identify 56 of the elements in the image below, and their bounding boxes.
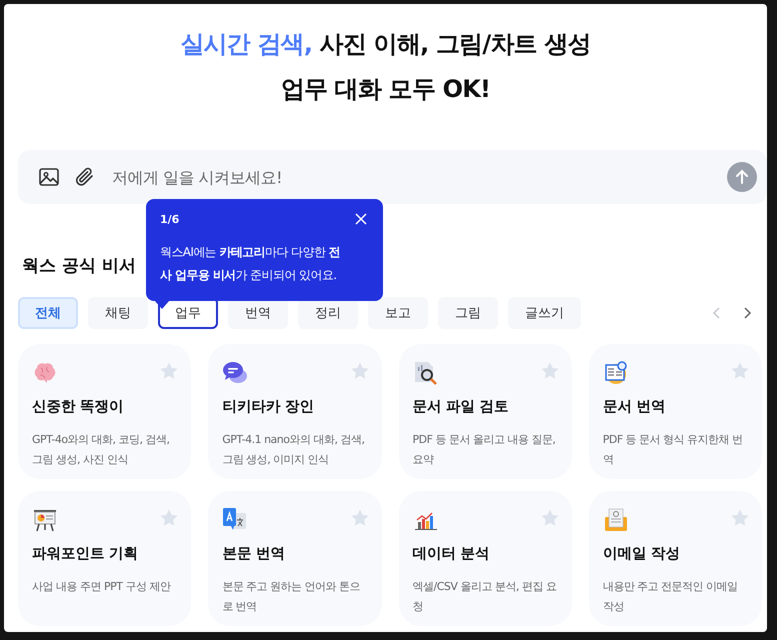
card-title: 신중한 똑쟁이 <box>32 398 125 416</box>
star-icon[interactable] <box>540 508 560 528</box>
prompt-input[interactable]: 저에게 일을 시켜보세요! <box>110 166 713 188</box>
star-icon[interactable] <box>350 361 370 381</box>
category-tab[interactable]: 보고 <box>368 297 428 329</box>
card-title: 문서 파일 검토 <box>412 398 510 416</box>
arrow-up-icon <box>734 169 750 185</box>
image-icon[interactable] <box>38 166 60 188</box>
category-tab[interactable]: 전체 <box>18 297 78 329</box>
assistant-card[interactable]: 문서 파일 검토 PDF 등 문서 올리고 내용 질문, 요약 <box>398 344 572 479</box>
assistant-card[interactable]: 본문 번역 본문 주고 원하는 언어와 톤으로 번역 <box>208 491 382 626</box>
section-title: 웍스 공식 비서 <box>22 255 136 277</box>
card-title: 티키타카 장인 <box>222 398 315 416</box>
chevron-left-icon <box>712 307 722 319</box>
card-title: 파워포인트 기획 <box>32 545 140 563</box>
envelope-letter-icon <box>602 507 629 533</box>
card-description: GPT-4o와의 대화, 코딩, 검색, 그림 생성, 사진 인식 <box>32 432 171 468</box>
card-title: 데이터 분석 <box>412 545 491 563</box>
chevron-right-icon <box>742 307 752 319</box>
document-magnifier-icon <box>412 360 438 386</box>
star-icon[interactable] <box>159 508 180 528</box>
assistant-card[interactable]: 문서 번역 PDF 등 문서 형식 유지한채 번역 <box>588 344 762 479</box>
headline-text: 실시간 검색, <box>180 30 312 58</box>
assistant-card[interactable]: 신중한 똑쟁이 GPT-4o와의 대화, 코딩, 검색, 그림 생성, 사진 인식 <box>18 344 192 479</box>
close-icon[interactable] <box>353 211 369 227</box>
presentation-board-icon <box>32 507 58 533</box>
headline-text: 사진 이해, 그림/차트 생성 <box>318 30 591 58</box>
prompt-field[interactable]: 저에게 일을 시켜보세요! <box>18 150 767 204</box>
card-description: 엑셀/CSV 올리고 분석, 편집 요청 <box>412 579 558 615</box>
tooltip-text: 웍스AI에는 카테고리마다 다양한 전사 업무용 비서가 준비되어 있어요. <box>160 244 341 284</box>
star-icon[interactable] <box>350 508 370 528</box>
step-counter: 1/6 <box>160 212 180 226</box>
star-icon[interactable] <box>159 361 180 381</box>
card-description: PDF 등 문서 올리고 내용 질문, 요약 <box>412 432 556 468</box>
assistant-card[interactable]: 티키타카 장인 GPT-4.1 nano와의 대화, 검색, 그림 생성, 이미지 인식 <box>208 344 382 479</box>
star-icon[interactable] <box>540 361 560 381</box>
card-title: 문서 번역 <box>602 398 666 416</box>
open-book-magnifier-icon <box>602 360 629 386</box>
category-tab[interactable]: 그림 <box>438 297 498 329</box>
card-title: 본문 번역 <box>222 545 286 563</box>
headline-text: 업무 대화 모두 OK! <box>280 75 490 103</box>
star-icon[interactable] <box>730 361 750 381</box>
card-description: 본문 주고 원하는 언어와 톤으로 번역 <box>222 579 362 615</box>
chat-bubbles-icon <box>222 360 248 386</box>
assistant-card[interactable]: 파워포인트 기획 사업 내용 주면 PPT 구성 제안 <box>18 491 192 626</box>
card-description: 내용만 주고 전문적인 이메일 작성 <box>602 579 739 615</box>
category-tab[interactable]: 채팅 <box>88 297 148 329</box>
send-button[interactable] <box>727 162 757 192</box>
assistant-card[interactable]: 데이터 분석 엑셀/CSV 올리고 분석, 편집 요청 <box>398 491 572 626</box>
category-tab[interactable]: 글쓰기 <box>508 297 581 329</box>
star-icon[interactable] <box>730 508 750 528</box>
assistant-card[interactable]: 이메일 작성 내용만 주고 전문적인 이메일 작성 <box>588 491 762 626</box>
card-description: 사업 내용 주면 PPT 구성 제안 <box>32 579 172 595</box>
card-title: 이메일 작성 <box>602 545 681 563</box>
card-description: PDF 등 문서 형식 유지한채 번역 <box>602 432 744 468</box>
card-description: GPT-4.1 nano와의 대화, 검색, 그림 생성, 이미지 인식 <box>222 432 366 468</box>
